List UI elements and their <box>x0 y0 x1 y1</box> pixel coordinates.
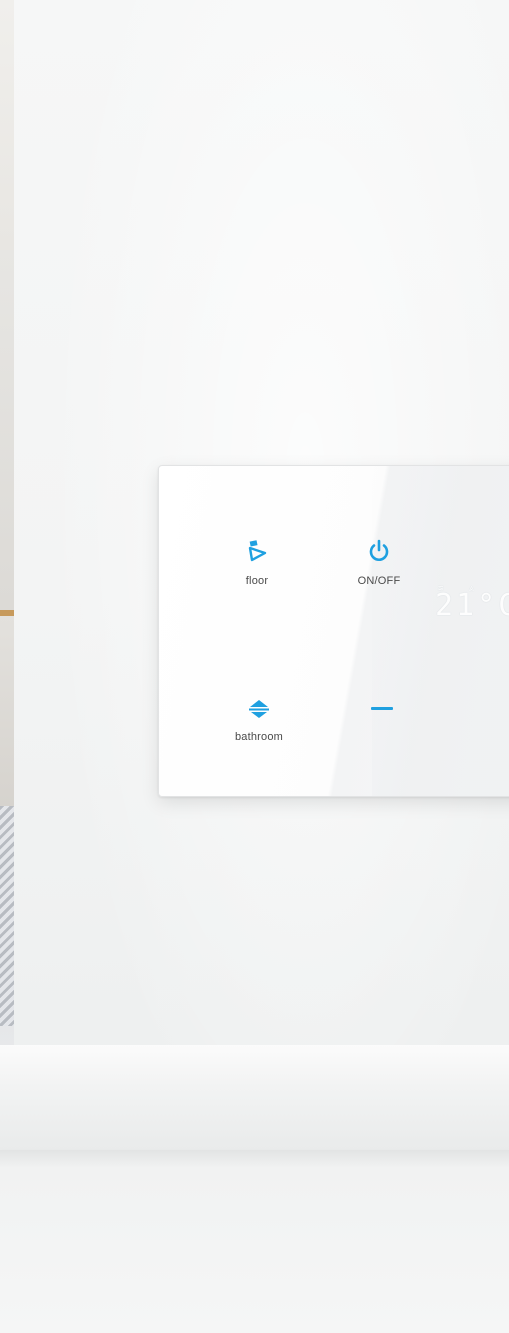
minus-icon <box>371 707 393 710</box>
floor <box>0 1168 509 1333</box>
power-label: ON/OFF <box>357 575 401 587</box>
floor-heating-button[interactable]: floor <box>227 538 287 587</box>
shelf-edge <box>0 1150 509 1168</box>
bathroom-heating-icon <box>246 698 272 725</box>
scene: floor ON/OFF bathroom ≋ ⩓ 21° <box>0 0 509 1333</box>
floor-label: floor <box>245 575 269 587</box>
bathroom-heating-button[interactable]: bathroom <box>223 698 295 743</box>
power-icon <box>366 538 392 569</box>
temperature-display: ≋ ⩓ 21°C <box>435 584 509 623</box>
power-button[interactable]: ON/OFF <box>349 538 409 587</box>
glass-reflection <box>372 466 509 796</box>
floor-heating-icon <box>244 538 270 569</box>
thermostat-panel: floor ON/OFF bathroom ≋ ⩓ 21° <box>158 465 509 797</box>
shelf-top <box>0 1045 509 1150</box>
temperature-readout: 21°C <box>435 588 509 623</box>
decrease-temperature-button[interactable] <box>367 702 397 716</box>
bathroom-label: bathroom <box>234 731 284 743</box>
